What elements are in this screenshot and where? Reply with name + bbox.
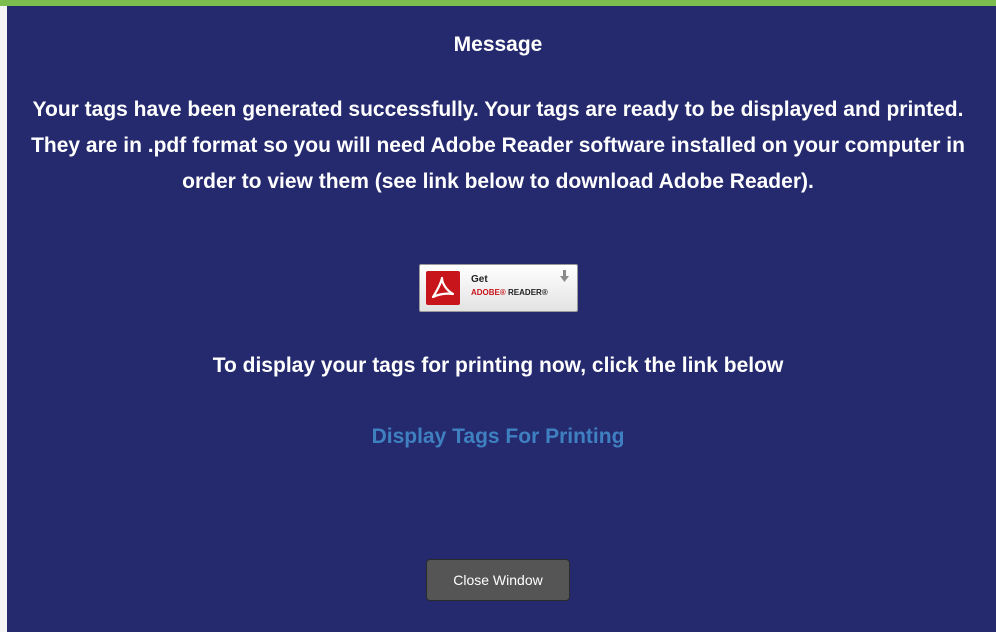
success-message: Your tags have been generated successful… — [31, 98, 965, 193]
display-tags-link[interactable]: Display Tags For Printing — [372, 425, 625, 448]
message-window: Message Your tags have been generated su… — [0, 0, 996, 632]
message-title: Message — [453, 33, 543, 56]
display-tags-link-row: Display Tags For Printing — [0, 423, 996, 451]
badge-adobe-registered-mark: ® — [499, 288, 506, 297]
badge-reader-label: READER — [508, 288, 542, 297]
print-instruction: To display your tags for printing now, c… — [212, 354, 784, 377]
get-adobe-reader-link[interactable]: Get ADOBE® READER® — [419, 264, 578, 312]
badge-adobe-label: ADOBE — [471, 288, 500, 297]
download-arrow-icon — [560, 270, 569, 283]
badge-reader-registered-mark: ® — [541, 288, 548, 297]
left-edge-strip — [0, 6, 7, 632]
badge-get-label: Get — [471, 274, 488, 285]
adobe-pdf-icon — [426, 271, 460, 305]
badge-product-name: ADOBE® READER® — [471, 288, 548, 297]
close-window-button[interactable]: Close Window — [426, 559, 570, 601]
